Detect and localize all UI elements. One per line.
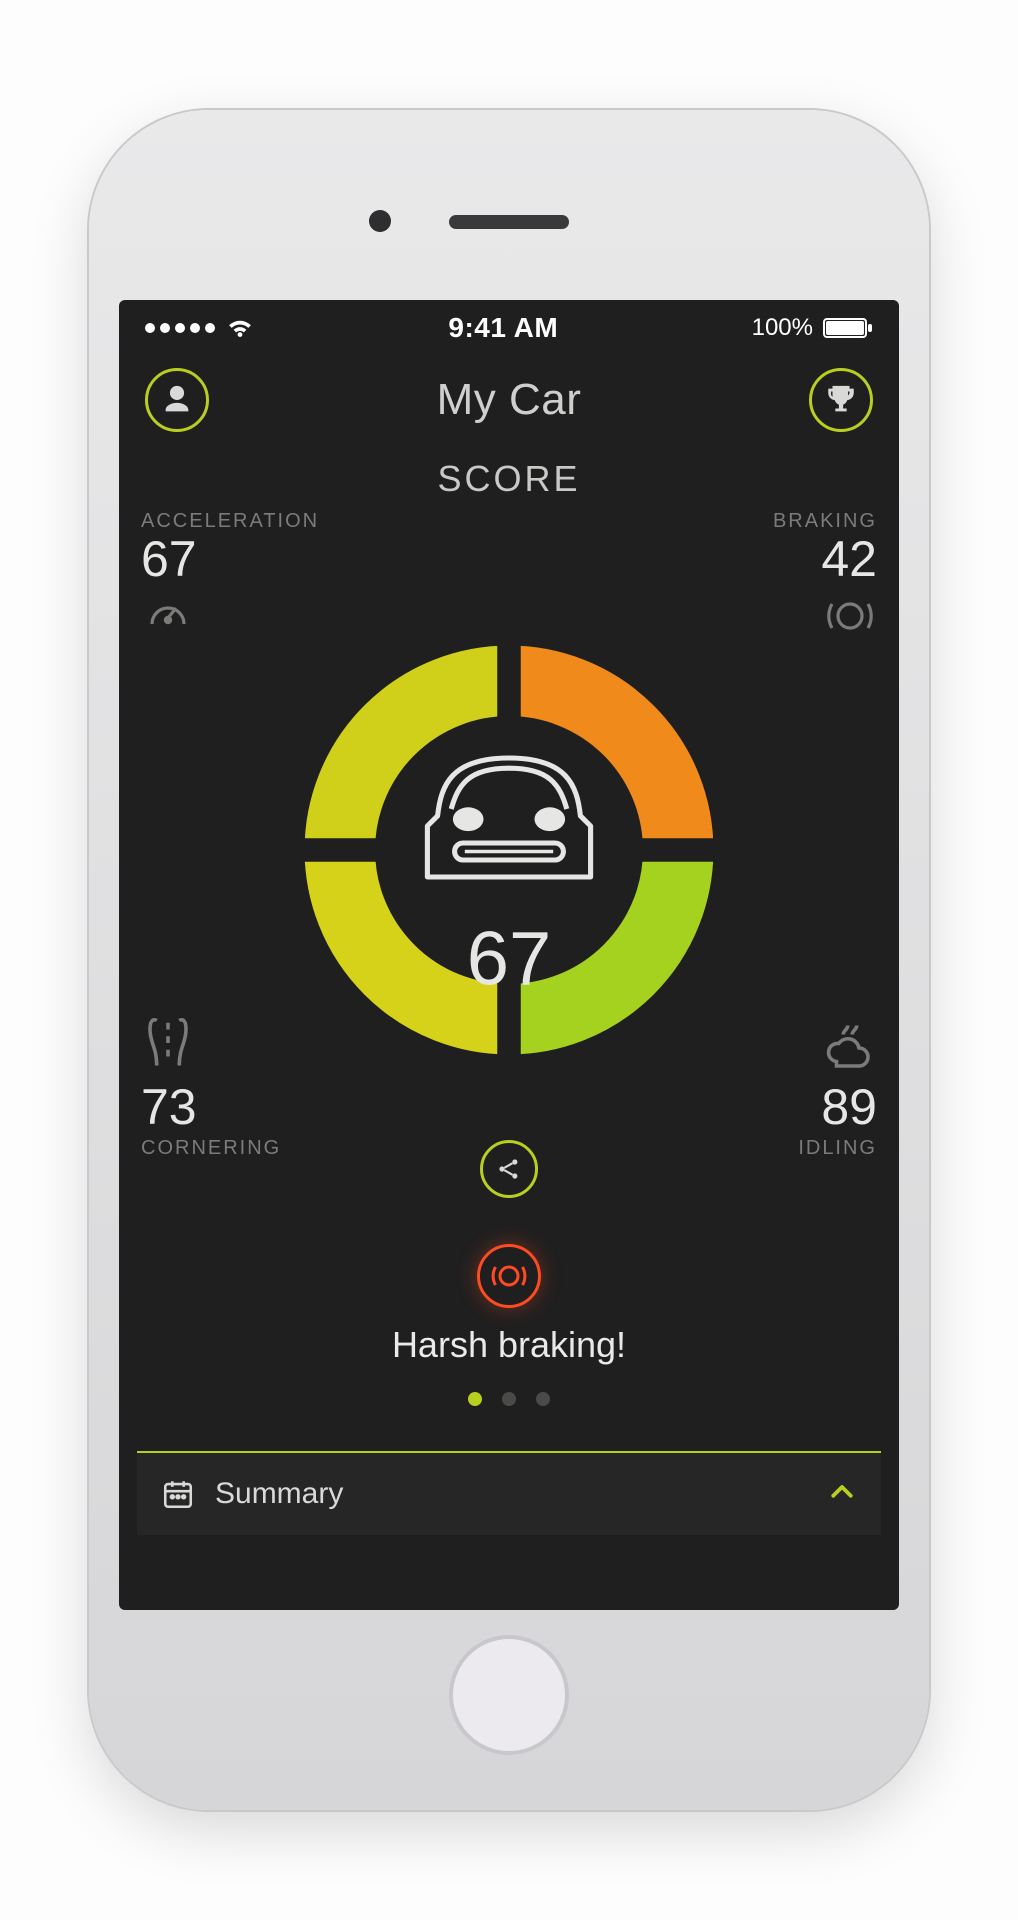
status-bar: 9:41 AM 100% (119, 300, 899, 356)
share-button[interactable] (480, 1140, 538, 1198)
app-screen: 9:41 AM 100% My Car SCORE (119, 300, 899, 1610)
metric-value: 89 (707, 1081, 877, 1134)
page-indicator[interactable] (119, 1392, 899, 1411)
phone-frame: 9:41 AM 100% My Car SCORE (89, 110, 929, 1810)
phone-speaker (449, 215, 569, 229)
chevron-up-icon (827, 1477, 857, 1512)
overall-score: 67 (467, 915, 552, 1002)
share-icon (495, 1155, 523, 1183)
metric-value: 67 (141, 533, 311, 586)
alert-block[interactable]: Harsh braking! (119, 1244, 899, 1366)
trophy-icon (824, 383, 858, 417)
alert-brake-icon (477, 1244, 541, 1308)
pager-dot[interactable] (502, 1392, 516, 1406)
pager-dot[interactable] (536, 1392, 550, 1406)
metric-label: BRAKING (707, 510, 877, 533)
summary-drawer[interactable]: Summary (137, 1451, 881, 1535)
metric-idling[interactable]: 89 IDLING (707, 1021, 877, 1161)
wifi-icon (225, 317, 255, 339)
alert-text: Harsh braking! (119, 1324, 899, 1366)
metric-label: IDLING (707, 1137, 877, 1160)
metric-acceleration[interactable]: ACCELERATION 67 (141, 510, 311, 645)
profile-button[interactable] (145, 368, 209, 432)
battery-icon (823, 317, 873, 339)
road-icon (141, 1016, 311, 1075)
status-battery-pct: 100% (752, 314, 813, 342)
metric-value: 42 (707, 533, 877, 586)
metric-braking[interactable]: BRAKING 42 (707, 510, 877, 640)
pager-dot[interactable] (468, 1392, 482, 1406)
metric-cornering[interactable]: 73 CORNERING (141, 1016, 311, 1161)
trophy-button[interactable] (809, 368, 873, 432)
brake-icon (707, 592, 877, 640)
smoke-icon (707, 1021, 877, 1075)
home-button[interactable] (449, 1635, 569, 1755)
metric-label: ACCELERATION (141, 510, 311, 533)
metric-value: 73 (141, 1081, 311, 1134)
person-icon (160, 383, 194, 417)
car-icon (404, 724, 614, 894)
page-title: My Car (437, 375, 582, 425)
status-time: 9:41 AM (448, 312, 558, 344)
metric-label: CORNERING (141, 1137, 311, 1160)
score-gauge[interactable]: 67 ACCELERATION 67 BRAKING 42 (119, 510, 899, 1190)
signal-dots-icon (145, 323, 215, 333)
main-content: SCORE (119, 444, 899, 1610)
summary-label: Summary (215, 1477, 343, 1511)
score-label: SCORE (119, 458, 899, 500)
nav-bar: My Car (119, 356, 899, 444)
phone-camera (369, 210, 391, 232)
speedometer-icon (141, 592, 311, 645)
calendar-icon (161, 1477, 195, 1511)
